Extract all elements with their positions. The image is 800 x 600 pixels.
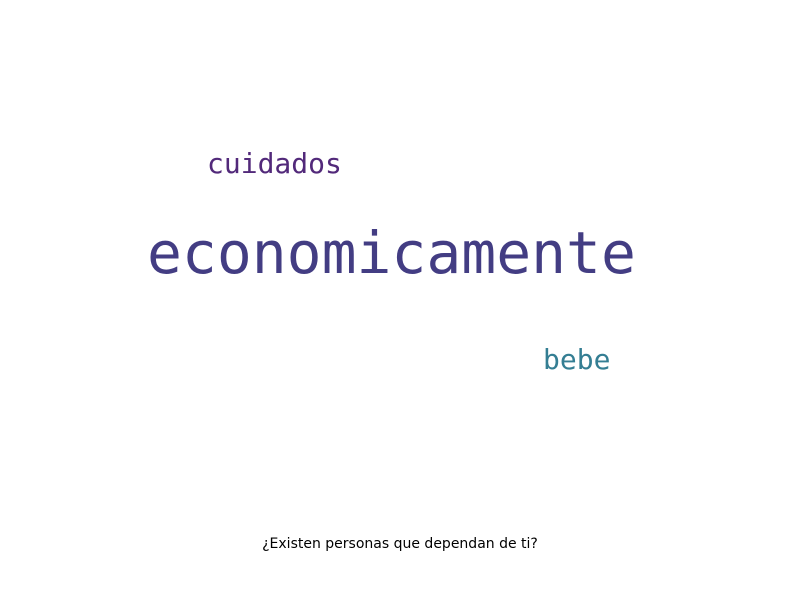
word-cloud-canvas: cuidados economicamente bebe ¿Existen pe…: [0, 0, 800, 600]
word-cuidados: cuidados: [207, 147, 342, 180]
word-bebe: bebe: [543, 343, 611, 376]
caption: ¿Existen personas que dependan de ti?: [262, 536, 538, 552]
word-economicamente: economicamente: [147, 219, 636, 287]
